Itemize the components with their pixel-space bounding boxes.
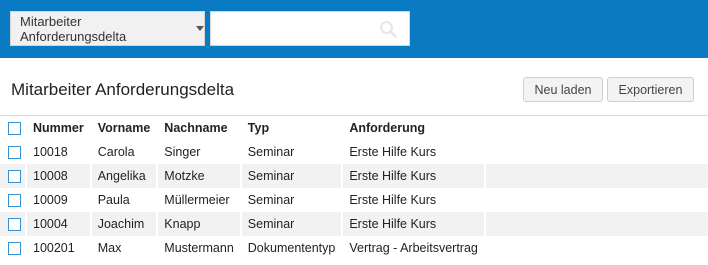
row-filler: [484, 236, 708, 260]
cell-requirement: Erste Hilfe Kurs: [342, 140, 486, 164]
data-table-container: Nummer Vorname Nachname Typ Anforderung …: [0, 115, 708, 260]
cell-type: Seminar: [240, 140, 344, 164]
cell-last-name: Mustermann: [157, 236, 242, 260]
cell-first-name: Angelika: [90, 164, 159, 188]
cell-last-name: Motzke: [157, 164, 242, 188]
search-icon[interactable]: [379, 20, 397, 38]
cell-last-name: Singer: [157, 140, 242, 164]
cell-requirement: Erste Hilfe Kurs: [342, 188, 486, 212]
row-checkbox[interactable]: [8, 242, 21, 256]
row-checkbox[interactable]: [8, 218, 21, 232]
row-checkbox[interactable]: [8, 170, 21, 184]
column-header-requirement[interactable]: Anforderung: [342, 116, 486, 140]
search-input[interactable]: [211, 12, 371, 45]
table-row[interactable]: 10009 Paula Müllermeier Seminar Erste Hi…: [0, 188, 708, 212]
column-header-number[interactable]: Nummer: [26, 116, 92, 140]
column-header-last-name[interactable]: Nachname: [157, 116, 242, 140]
row-filler: [484, 140, 708, 164]
select-all-cell: [0, 116, 27, 140]
row-filler: [484, 188, 708, 212]
cell-type: Seminar: [240, 164, 344, 188]
row-select-cell: [0, 212, 27, 236]
cell-first-name: Joachim: [90, 212, 159, 236]
cell-number: 10009: [26, 188, 92, 212]
cell-number: 10018: [26, 140, 92, 164]
select-all-checkbox[interactable]: [8, 122, 21, 136]
requirements-table: Nummer Vorname Nachname Typ Anforderung …: [0, 116, 708, 260]
column-header-type[interactable]: Typ: [240, 116, 344, 140]
table-row[interactable]: 10004 Joachim Knapp Seminar Erste Hilfe …: [0, 212, 708, 236]
row-checkbox[interactable]: [8, 146, 21, 160]
cell-requirement: Vertrag - Arbeitsvertrag: [342, 236, 486, 260]
cell-number: 10008: [26, 164, 92, 188]
cell-type: Seminar: [240, 188, 344, 212]
table-row[interactable]: 10018 Carola Singer Seminar Erste Hilfe …: [0, 140, 708, 164]
table-row[interactable]: 100201 Max Mustermann Dokumententyp Vert…: [0, 236, 708, 260]
cell-type: Seminar: [240, 212, 344, 236]
report-selector-label: Mitarbeiter Anforderungsdelta: [20, 13, 127, 44]
row-select-cell: [0, 188, 27, 212]
table-row[interactable]: 10008 Angelika Motzke Seminar Erste Hilf…: [0, 164, 708, 188]
reload-button[interactable]: Neu laden: [523, 77, 603, 102]
cell-type: Dokumententyp: [240, 236, 344, 260]
row-filler: [484, 164, 708, 188]
chevron-down-icon: [196, 26, 204, 31]
column-header-first-name[interactable]: Vorname: [90, 116, 159, 140]
cell-last-name: Müllermeier: [157, 188, 242, 212]
top-toolbar: Mitarbeiter Anforderungsdelta: [0, 0, 708, 58]
cell-first-name: Paula: [90, 188, 159, 212]
page-title: Mitarbeiter Anforderungsdelta: [11, 80, 235, 99]
row-select-cell: [0, 164, 27, 188]
row-select-cell: [0, 140, 27, 164]
cell-number: 10004: [26, 212, 92, 236]
report-selector-dropdown[interactable]: Mitarbeiter Anforderungsdelta: [10, 11, 205, 46]
cell-requirement: Erste Hilfe Kurs: [342, 212, 486, 236]
table-header-row: Nummer Vorname Nachname Typ Anforderung: [0, 116, 708, 140]
header-filler: [485, 116, 708, 140]
cell-first-name: Max: [90, 236, 159, 260]
search-field[interactable]: [210, 11, 410, 46]
cell-number: 100201: [26, 236, 92, 260]
export-button[interactable]: Exportieren: [607, 77, 694, 102]
row-checkbox[interactable]: [8, 194, 21, 208]
row-select-cell: [0, 236, 27, 260]
row-filler: [484, 212, 708, 236]
cell-first-name: Carola: [90, 140, 159, 164]
cell-last-name: Knapp: [157, 212, 242, 236]
cell-requirement: Erste Hilfe Kurs: [342, 164, 486, 188]
